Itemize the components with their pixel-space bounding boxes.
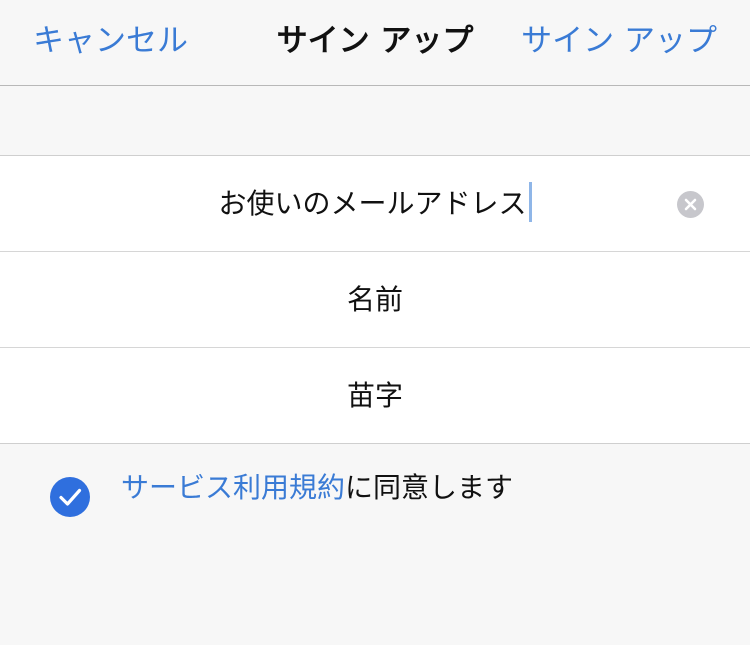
first-name-placeholder[interactable]: 名前 (0, 252, 750, 347)
agreement-suffix: に同意します (345, 471, 514, 504)
signup-form: お使いのメールアドレス 名前 苗字 (0, 155, 750, 444)
agreement-text: サービス利用規約に同意します (121, 468, 513, 508)
terms-agreement-row: サービス利用規約に同意します (0, 468, 750, 518)
clear-text-button[interactable] (677, 191, 704, 218)
checkmark-icon (59, 488, 82, 506)
sign-up-button[interactable]: サイン アップ (521, 0, 717, 82)
first-name-field[interactable]: 名前 (0, 252, 750, 348)
email-field-text[interactable]: お使いのメールアドレス (0, 156, 750, 251)
agree-checkbox[interactable] (50, 477, 90, 517)
cancel-button[interactable]: キャンセル (33, 0, 188, 82)
last-name-field[interactable]: 苗字 (0, 348, 750, 443)
text-cursor (528, 182, 532, 222)
terms-of-service-link[interactable]: サービス利用規約 (121, 471, 345, 504)
email-field[interactable]: お使いのメールアドレス (0, 156, 750, 252)
navigation-bar: サイン アップ キャンセル サイン アップ (0, 0, 750, 86)
email-placeholder: お使いのメールアドレス (218, 187, 527, 220)
close-icon (684, 198, 697, 211)
last-name-placeholder[interactable]: 苗字 (0, 348, 750, 443)
